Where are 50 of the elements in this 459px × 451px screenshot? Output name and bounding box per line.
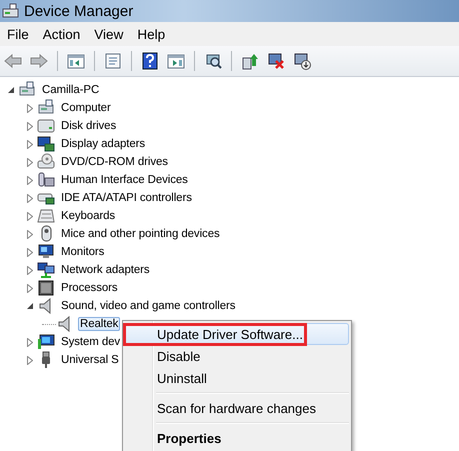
tree-item[interactable]: Disk drives [59, 119, 118, 133]
network-icon [37, 261, 55, 279]
menu-item[interactable]: Properties [125, 427, 349, 449]
window-title: Device Manager [24, 2, 134, 20]
tree-item[interactable]: Mice and other pointing devices [59, 227, 222, 241]
expand-arrow-icon[interactable] [27, 248, 33, 256]
tree-item[interactable]: Human Interface Devices [59, 173, 190, 187]
tree-item[interactable]: Camilla-PC [40, 83, 102, 97]
tree-item[interactable]: System dev [59, 335, 122, 349]
menu-item[interactable]: File [0, 24, 36, 44]
expand-arrow-icon[interactable] [27, 122, 33, 130]
tree-item[interactable]: Display adapters [59, 137, 148, 151]
expand-arrow-icon[interactable] [27, 212, 33, 220]
menu-item[interactable]: Scan for hardware changes [125, 397, 349, 419]
tree-item[interactable]: IDE ATA/ATAPI controllers [59, 191, 194, 205]
expand-arrow-icon[interactable] [27, 230, 33, 238]
disk-drive-icon [37, 117, 55, 135]
tree-item[interactable]: Sound, video and game controllers [59, 299, 238, 313]
tree-item[interactable]: Computer [59, 101, 113, 115]
disc-drive-icon [37, 153, 55, 171]
menu-item[interactable]: Help [130, 24, 172, 44]
keyboard-icon [37, 207, 55, 225]
menu-item[interactable]: Disable [125, 345, 349, 367]
collapse-arrow-icon[interactable] [8, 86, 14, 94]
expand-arrow-icon[interactable] [27, 338, 33, 346]
expand-arrow-icon[interactable] [27, 266, 33, 274]
display-adapter-icon [37, 135, 55, 153]
tree-item[interactable]: Realtek [78, 317, 120, 331]
expand-arrow-icon[interactable] [27, 104, 33, 112]
menu-item[interactable]: View [87, 24, 130, 44]
tree-item[interactable]: Network adapters [59, 263, 152, 277]
monitor-icon [37, 243, 55, 261]
expand-arrow-icon[interactable] [27, 140, 33, 148]
tree-item[interactable]: Universal S [59, 353, 121, 367]
device-manager-icon [2, 3, 20, 19]
expand-arrow-icon[interactable] [27, 176, 33, 184]
tree-item[interactable]: Processors [59, 281, 120, 295]
expand-arrow-icon[interactable] [27, 158, 33, 166]
menu-item[interactable]: Action [36, 24, 88, 44]
menu-item[interactable]: Uninstall [125, 367, 349, 389]
collapse-arrow-icon[interactable] [26, 302, 34, 310]
expand-arrow-icon[interactable] [27, 284, 33, 292]
tree-item[interactable]: Monitors [59, 245, 106, 259]
input-device-icon [37, 171, 55, 189]
chip-icon [37, 279, 55, 297]
tree-item[interactable]: Keyboards [59, 209, 118, 223]
tree-item[interactable]: DVD/CD-ROM drives [59, 155, 170, 169]
expand-arrow-icon[interactable] [27, 194, 33, 202]
system-device-icon [37, 333, 55, 351]
expand-arrow-icon[interactable] [27, 356, 33, 364]
